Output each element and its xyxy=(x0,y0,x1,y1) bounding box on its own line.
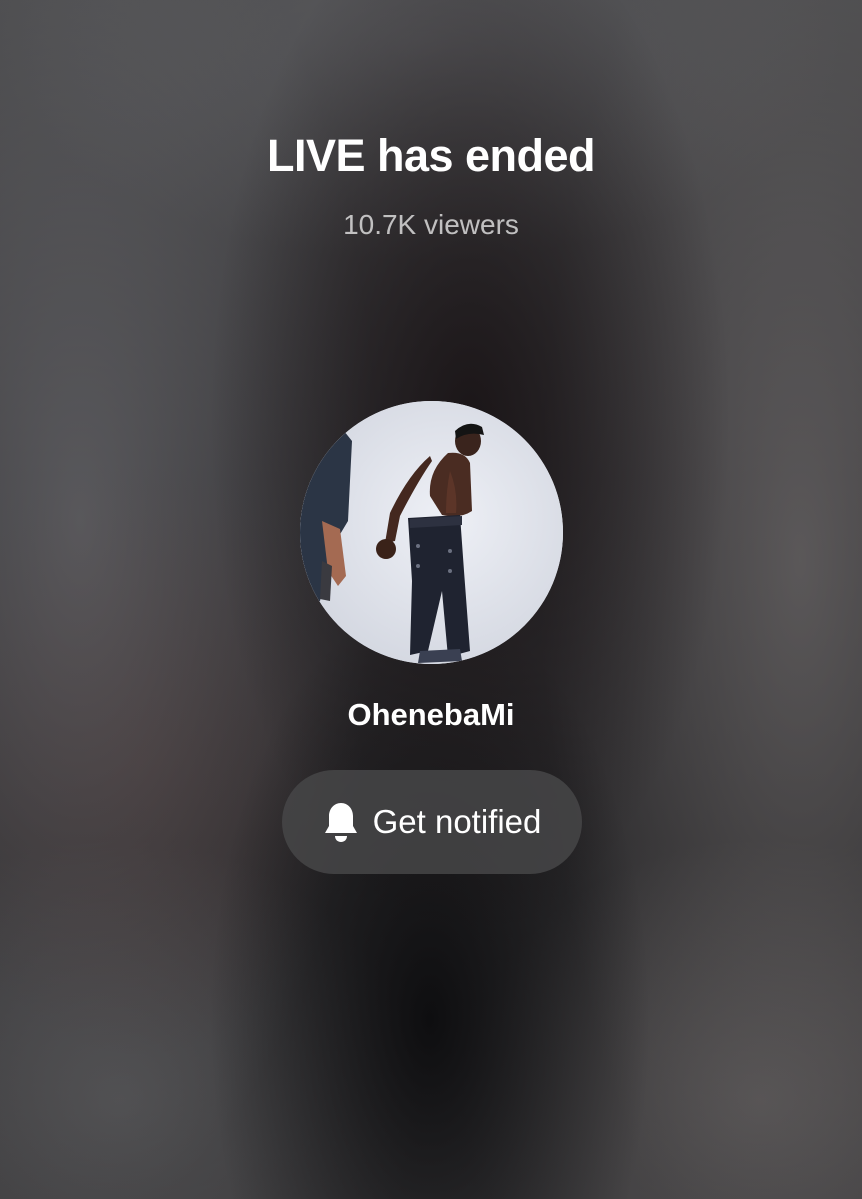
get-notified-label: Get notified xyxy=(372,803,542,840)
live-ended-screen: LIVE has ended 10.7K viewers OhenebaMi G… xyxy=(0,0,862,1199)
viewer-count: 10.7K viewers xyxy=(343,209,519,240)
host-username[interactable]: OhenebaMi xyxy=(0,696,862,734)
bell-icon xyxy=(324,803,357,842)
page-title: LIVE has ended xyxy=(266,130,596,181)
get-notified-button[interactable]: Get notified xyxy=(282,770,582,874)
avatar-photo xyxy=(300,401,563,664)
avatar[interactable] xyxy=(300,401,563,664)
